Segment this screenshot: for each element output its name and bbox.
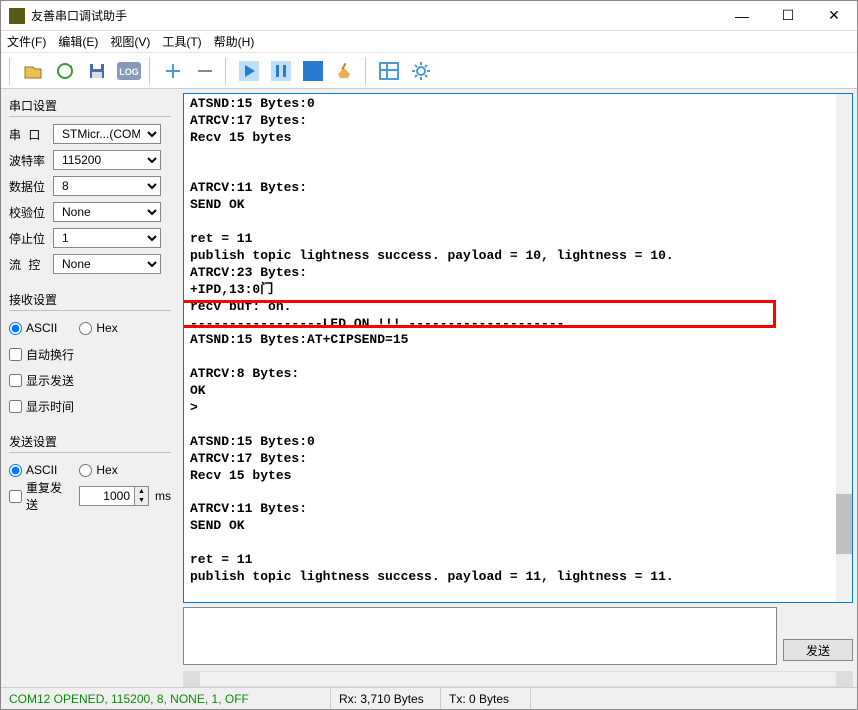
menu-edit[interactable]: 编辑(E) (58, 33, 98, 50)
send-hex-radio[interactable]: Hex (79, 463, 117, 477)
open-icon[interactable] (19, 57, 47, 85)
showsend-checkbox[interactable]: 显示发送 (9, 372, 74, 389)
recv-settings-title: 接收设置 (9, 289, 171, 311)
close-button[interactable]: ✕ (811, 1, 857, 31)
separator (149, 57, 153, 85)
scroll-right-icon[interactable] (836, 672, 852, 686)
separator (9, 57, 13, 85)
parity-select[interactable]: None (53, 202, 161, 222)
titlebar: 友善串口调试助手 — ☐ ✕ (1, 1, 857, 31)
status-rx: Rx: 3,710 Bytes (331, 688, 441, 709)
databits-select[interactable]: 8 (53, 176, 161, 196)
menu-help[interactable]: 帮助(H) (214, 33, 255, 50)
send-ascii-radio[interactable]: ASCII (9, 463, 57, 477)
recv-ascii-radio[interactable]: ASCII (9, 321, 57, 335)
app-icon (9, 8, 25, 24)
maximize-button[interactable]: ☐ (765, 1, 811, 31)
settings-icon[interactable] (407, 57, 435, 85)
send-settings-title: 发送设置 (9, 431, 171, 453)
recv-settings-group: 接收设置 ASCII Hex 自动换行 显示发送 显示时间 (9, 289, 171, 421)
recv-hex-radio[interactable]: Hex (79, 321, 117, 335)
save-icon[interactable] (83, 57, 111, 85)
menu-tools[interactable]: 工具(T) (162, 33, 201, 50)
separator (225, 57, 229, 85)
pause-icon[interactable] (267, 57, 295, 85)
log-icon[interactable]: LOG (115, 57, 143, 85)
window-title: 友善串口调试助手 (31, 7, 719, 24)
spin-down-icon[interactable]: ▼ (134, 496, 148, 505)
repeat-value-input[interactable] (80, 487, 134, 505)
remove-icon[interactable] (191, 57, 219, 85)
minimize-button[interactable]: — (719, 1, 765, 31)
showtime-checkbox[interactable]: 显示时间 (9, 398, 74, 415)
receive-log[interactable]: ATSND:15 Bytes:0 ATRCV:17 Bytes: Recv 15… (183, 93, 853, 603)
menubar: 文件(F) 编辑(E) 视图(V) 工具(T) 帮助(H) (1, 31, 857, 53)
send-settings-group: 发送设置 ASCII Hex 重复发送 ▲▼ ms (9, 431, 171, 511)
log-text: ATSND:15 Bytes:0 ATRCV:17 Bytes: Recv 15… (190, 96, 674, 584)
play-icon[interactable] (235, 57, 263, 85)
menu-view[interactable]: 视图(V) (110, 33, 150, 50)
refresh-icon[interactable] (51, 57, 79, 85)
sidebar: 串口设置 串 口 STMicr...(COM12 波特率 115200 数据位 8 校… (1, 89, 179, 687)
parity-label: 校验位 (9, 204, 47, 221)
repeat-checkbox[interactable]: 重复发送 (9, 479, 73, 513)
autowrap-checkbox[interactable]: 自动换行 (9, 346, 74, 363)
scrollbar-thumb[interactable] (836, 494, 852, 554)
svg-text:LOG: LOG (119, 67, 139, 77)
scroll-left-icon[interactable] (184, 672, 200, 686)
main-area: 串口设置 串 口 STMicr...(COM12 波特率 115200 数据位 8 校… (1, 89, 857, 687)
flow-select[interactable]: None (53, 254, 161, 274)
flow-label: 流 控 (9, 256, 47, 273)
status-tx: Tx: 0 Bytes (441, 688, 531, 709)
repeat-interval-spinner[interactable]: ▲▼ (79, 486, 149, 506)
stopbits-select[interactable]: 1 (53, 228, 161, 248)
stop-icon[interactable] (299, 57, 327, 85)
clear-icon[interactable] (331, 57, 359, 85)
send-button[interactable]: 发送 (783, 639, 853, 661)
window-controls: — ☐ ✕ (719, 1, 857, 31)
separator (365, 57, 369, 85)
baud-label: 波特率 (9, 152, 47, 169)
spin-up-icon[interactable]: ▲ (134, 487, 148, 496)
statusbar: COM12 OPENED, 115200, 8, NONE, 1, OFF Rx… (1, 687, 857, 709)
port-settings-group: 串口设置 串 口 STMicr...(COM12 波特率 115200 数据位 8 校… (9, 95, 171, 279)
toolbar: LOG (1, 53, 857, 89)
status-spacer (531, 688, 857, 709)
horizontal-scrollbar[interactable] (183, 671, 853, 687)
repeat-unit: ms (155, 489, 171, 503)
send-row: 发送 (183, 607, 853, 665)
vertical-scrollbar[interactable] (836, 94, 852, 602)
stopbits-label: 停止位 (9, 230, 47, 247)
send-input[interactable] (183, 607, 777, 665)
menu-file[interactable]: 文件(F) (7, 33, 46, 50)
port-settings-title: 串口设置 (9, 95, 171, 117)
status-connection: COM12 OPENED, 115200, 8, NONE, 1, OFF (1, 688, 331, 709)
right-pane: ATSND:15 Bytes:0 ATRCV:17 Bytes: Recv 15… (179, 89, 857, 687)
port-label: 串 口 (9, 126, 47, 143)
baud-select[interactable]: 115200 (53, 150, 161, 170)
add-icon[interactable] (159, 57, 187, 85)
databits-label: 数据位 (9, 178, 47, 195)
window-icon[interactable] (375, 57, 403, 85)
port-select[interactable]: STMicr...(COM12 (53, 124, 161, 144)
